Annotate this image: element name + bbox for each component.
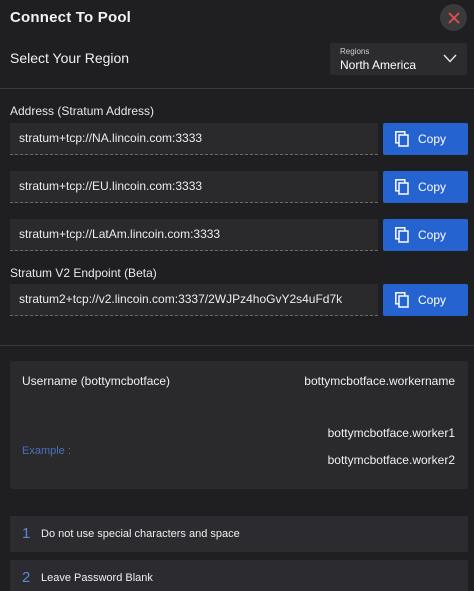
username-label: Username (bottymcbotface) xyxy=(22,374,171,388)
stratum-v2-endpoint-field[interactable]: stratum2+tcp://v2.lincoin.com:3337/2WJPz… xyxy=(10,284,378,316)
stratum-address-field[interactable]: stratum+tcp://EU.lincoin.com:3333 xyxy=(10,171,378,203)
tip-number: 1 xyxy=(22,525,31,542)
copy-button[interactable]: Copy xyxy=(383,123,468,155)
divider xyxy=(0,88,474,89)
username-info-card: Username (bottymcbotface) bottymcbotface… xyxy=(10,361,468,489)
region-dropdown[interactable]: Regions North America xyxy=(330,43,467,75)
address-section-label: Address (Stratum Address) xyxy=(10,104,155,118)
copy-icon xyxy=(395,179,409,195)
v2-section-label: Stratum V2 Endpoint (Beta) xyxy=(10,266,157,280)
stratum-address-field[interactable]: stratum+tcp://LatAm.lincoin.com:3333 xyxy=(10,219,378,251)
username-format: bottymcbotface.workername xyxy=(304,374,455,388)
copy-button[interactable]: Copy xyxy=(383,219,468,251)
region-dropdown-value: North America xyxy=(340,58,417,72)
copy-button[interactable]: Copy xyxy=(383,171,468,203)
example-worker-2: bottymcbotface.worker2 xyxy=(327,453,455,467)
example-worker-1: bottymcbotface.worker1 xyxy=(327,426,455,440)
tip-item: 1 Do not use special characters and spac… xyxy=(10,516,468,552)
copy-icon xyxy=(395,292,409,308)
copy-icon xyxy=(395,131,409,147)
tip-number: 2 xyxy=(22,569,31,586)
chevron-down-icon xyxy=(443,54,457,63)
copy-button-label: Copy xyxy=(418,132,447,146)
stratum-address-field[interactable]: stratum+tcp://NA.lincoin.com:3333 xyxy=(10,123,378,155)
copy-button[interactable]: Copy xyxy=(383,284,468,316)
tip-text: Do not use special characters and space xyxy=(41,528,240,540)
tip-text: Leave Password Blank xyxy=(41,572,153,584)
copy-button-label: Copy xyxy=(418,293,447,307)
copy-button-label: Copy xyxy=(418,228,447,242)
copy-button-label: Copy xyxy=(418,180,447,194)
close-button[interactable] xyxy=(440,4,467,31)
divider xyxy=(0,345,474,346)
modal-header: Connect To Pool xyxy=(0,0,474,36)
tip-item: 2 Leave Password Blank xyxy=(10,560,468,591)
close-icon xyxy=(448,12,459,23)
region-label: Select Your Region xyxy=(10,50,130,66)
example-label: Example : xyxy=(22,445,71,457)
copy-icon xyxy=(395,227,409,243)
region-dropdown-caption: Regions xyxy=(340,47,370,56)
modal-title: Connect To Pool xyxy=(10,9,132,26)
